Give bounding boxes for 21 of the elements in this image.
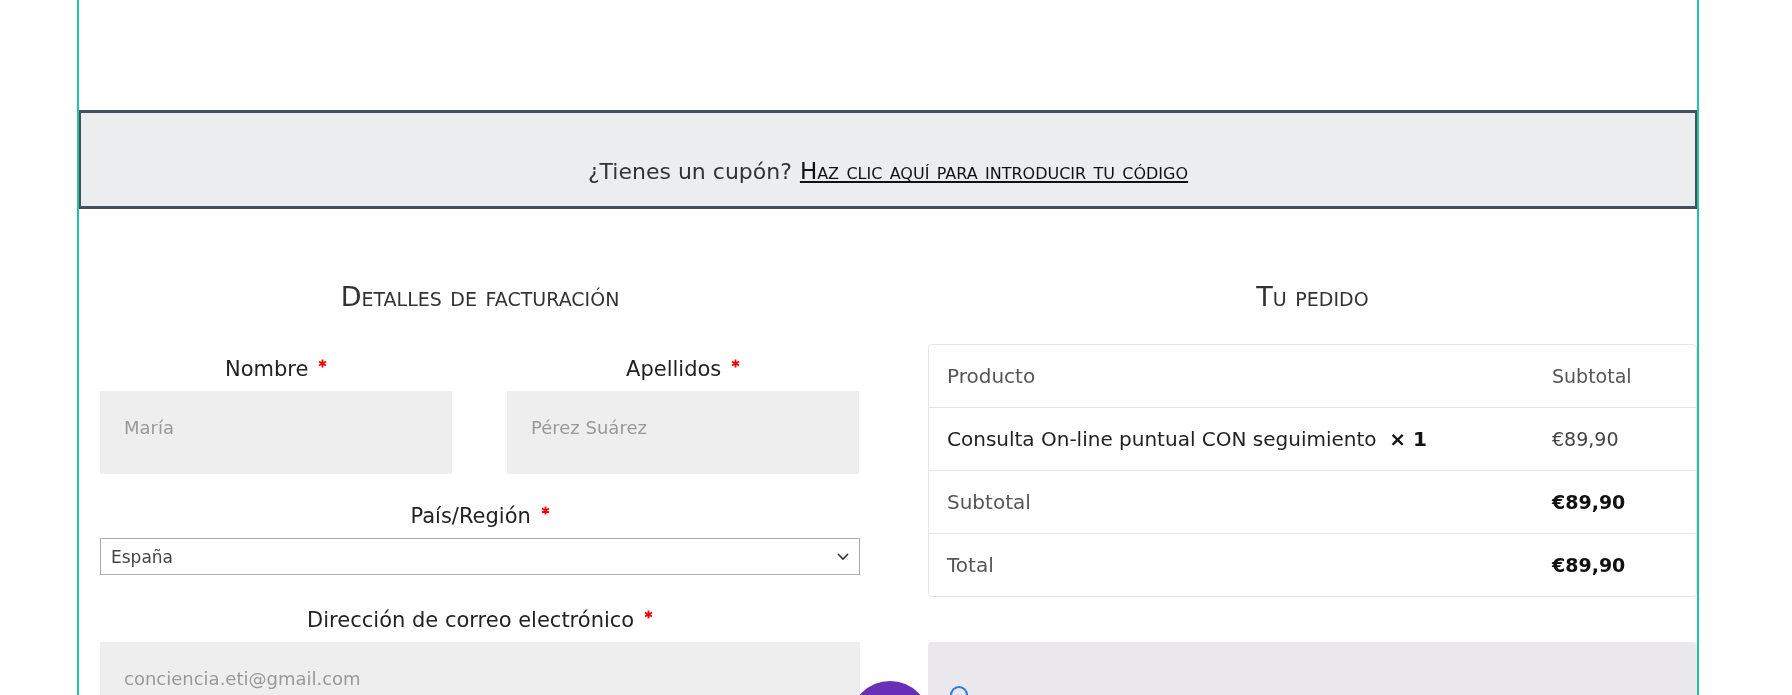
column-header: Subtotal [1552, 365, 1633, 387]
billing-heading: Detalles de facturación [339, 281, 621, 314]
field-label: Dirección de correo electrónico [307, 608, 635, 632]
input-field[interactable]: conciencia.eti@gmail.com [100, 642, 860, 695]
column-header: Producto [947, 364, 1037, 388]
coupon-question: ¿Tienes un cupón? [587, 159, 792, 184]
field-label: Nombre [224, 357, 309, 381]
product-price: €89,90 [1552, 428, 1620, 450]
total-label: Subtotal [947, 490, 1032, 514]
product-name: Consulta On-line puntual CON seguimiento × 1 [947, 427, 1428, 451]
input-field[interactable]: María [100, 391, 452, 474]
coupon-link[interactable]: Haz clic aquí para introducir tu código [799, 158, 1189, 184]
total-value: €89,90 [1552, 554, 1627, 576]
country-select[interactable]: España [100, 538, 860, 575]
field-label: Apellidos [626, 357, 722, 381]
order-heading: Tu pedido [1255, 281, 1370, 314]
total-label: Total [947, 553, 995, 577]
chevron-down-icon [837, 552, 849, 561]
input-field[interactable]: Pérez Suárez [507, 391, 859, 474]
total-value: €89,90 [1552, 491, 1627, 513]
field-label: País/Región [410, 504, 531, 528]
